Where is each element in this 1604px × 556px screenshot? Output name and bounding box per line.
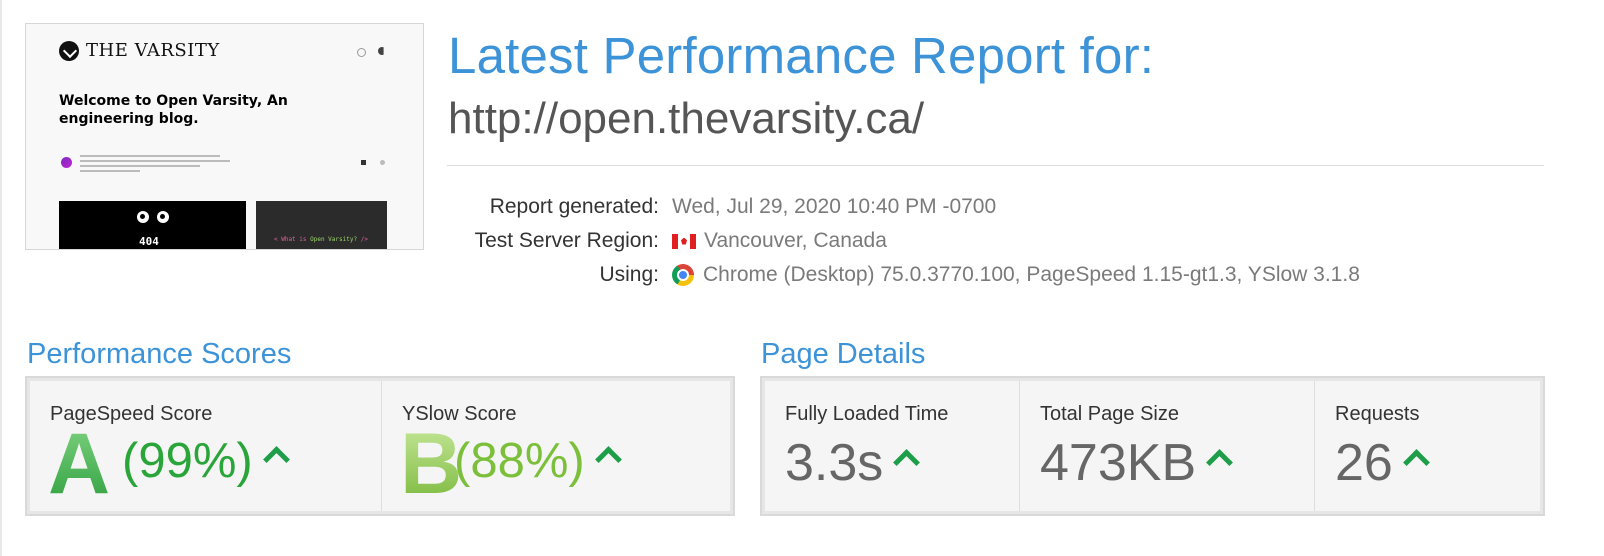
thumbnail-text-line	[80, 155, 220, 157]
trend-up-icon	[262, 446, 290, 473]
pagespeed-grade: A	[48, 416, 111, 512]
report-generated-value: Wed, Jul 29, 2020 10:40 PM -0700	[672, 195, 997, 218]
trend-up-icon	[1206, 449, 1234, 476]
varsity-logo-icon	[59, 41, 79, 61]
search-icon	[357, 48, 366, 57]
thumbnail-site-name: THE VARSITY	[86, 40, 220, 61]
thumbnail-card-code: < What is Open Varsity? />	[256, 201, 387, 249]
thumbnail-nav-icon	[361, 160, 366, 165]
performance-scores-title: Performance Scores	[27, 338, 292, 370]
page-details-panel: Fully Loaded Time 3.3s Total Page Size 4…	[760, 376, 1545, 516]
thumbnail-headline: Welcome to Open Varsity, An engineering …	[59, 93, 288, 127]
trend-up-icon	[1402, 449, 1430, 476]
page-size-label: Total Page Size	[1040, 403, 1179, 425]
eye-icon	[137, 211, 149, 223]
left-border	[0, 0, 2, 556]
yslow-score-cell[interactable]: YSlow Score B (88%)	[382, 381, 730, 511]
page-size-cell[interactable]: Total Page Size 473KB	[1020, 381, 1315, 511]
report-url[interactable]: http://open.thevarsity.ca/	[448, 94, 924, 144]
using-label: Using:	[599, 263, 659, 286]
using-value: Chrome (Desktop) 75.0.3770.100, PageSpee…	[672, 263, 1360, 287]
author-avatar	[61, 157, 72, 168]
fully-loaded-value: 3.3s	[785, 433, 921, 493]
report-title: Latest Performance Report for:	[448, 27, 1155, 84]
canada-flag-icon	[672, 233, 696, 249]
thumbnail-card-404: 404	[59, 201, 246, 249]
thumbnail-text-line	[80, 165, 200, 167]
thumbnail-404-text: 404	[139, 235, 159, 248]
fully-loaded-cell[interactable]: Fully Loaded Time 3.3s	[765, 381, 1020, 511]
chrome-icon	[672, 264, 694, 286]
server-region-label: Test Server Region:	[474, 229, 659, 252]
yslow-percent: (88%)	[454, 433, 622, 489]
yslow-grade: B	[400, 416, 463, 512]
thumbnail-text-line	[80, 160, 230, 162]
pagespeed-percent: (99%)	[122, 433, 290, 489]
requests-cell[interactable]: Requests 26	[1315, 381, 1540, 511]
fully-loaded-label: Fully Loaded Time	[785, 403, 949, 425]
requests-label: Requests	[1335, 403, 1420, 425]
performance-scores-panel: PageSpeed Score A (99%) YSlow Score B (8…	[25, 376, 735, 516]
site-screenshot-thumbnail[interactable]: THE VARSITY Welcome to Open Varsity, An …	[25, 23, 424, 250]
report-generated-label: Report generated:	[489, 195, 659, 218]
page-details-title: Page Details	[761, 338, 926, 370]
requests-value: 26	[1335, 433, 1430, 493]
trend-up-icon	[893, 449, 921, 476]
dark-mode-icon	[378, 47, 384, 55]
trend-up-icon	[594, 446, 622, 473]
thumbnail-text-line	[80, 170, 140, 172]
divider	[447, 165, 1544, 166]
server-region-value: Vancouver, Canada	[672, 229, 887, 253]
page-size-value: 473KB	[1040, 433, 1234, 493]
thumbnail-code-text: < What is Open Varsity? />	[274, 236, 368, 243]
eye-icon	[157, 211, 169, 223]
thumbnail-nav-icon	[380, 160, 385, 165]
pagespeed-score-cell[interactable]: PageSpeed Score A (99%)	[30, 381, 382, 511]
